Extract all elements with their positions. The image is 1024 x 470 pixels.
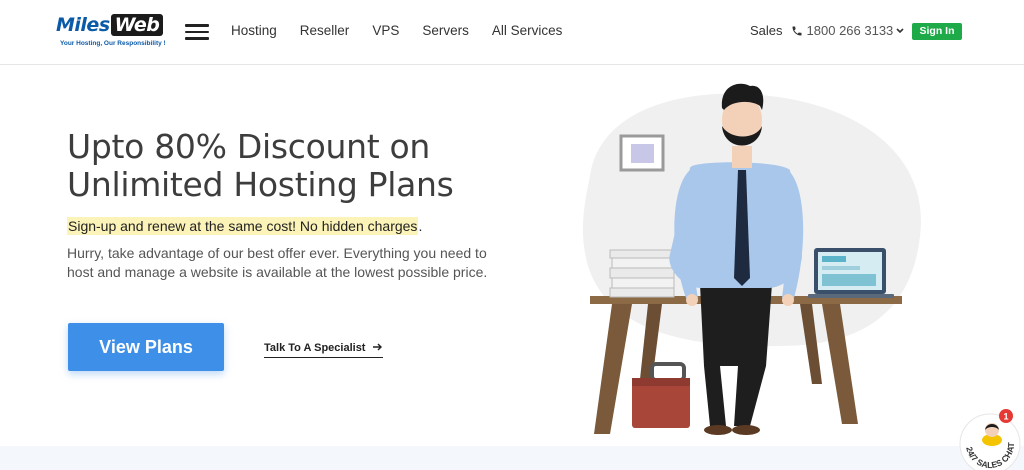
nav-item-reseller[interactable]: Reseller [300, 23, 350, 38]
sales-chat-widget[interactable]: 24/7 SALES CHAT 1 [950, 400, 1024, 470]
hero-title-line2: Unlimited Hosting Plans [67, 165, 454, 204]
sales-contact[interactable]: Sales 1800 266 3133 [750, 23, 904, 38]
nav-item-hosting[interactable]: Hosting [231, 23, 277, 38]
hero-title-line1: Upto 80% Discount on [67, 127, 431, 166]
hero-description: Hurry, take advantage of our best offer … [67, 245, 488, 280]
logo-tagline: Your Hosting, Our Responsibility ! [60, 40, 166, 47]
arrow-right-icon [369, 342, 383, 354]
nav-item-all-services[interactable]: All Services [492, 23, 563, 38]
hero-title: Upto 80% Discount on Unlimited Hosting P… [67, 128, 537, 204]
chat-badge-count: 1 [1003, 412, 1008, 422]
laptop [808, 248, 894, 298]
site-header: Miles Web Your Hosting, Our Responsibili… [0, 0, 1024, 65]
sign-in-button[interactable]: Sign In [912, 23, 962, 40]
hamburger-menu-icon[interactable] [185, 24, 209, 40]
talk-to-specialist-label: Talk To A Specialist [264, 342, 366, 354]
logo-miles-text: Miles [56, 14, 110, 36]
logo-web-text: Web [110, 14, 164, 36]
hero-highlight-text: Sign-up and renew at the same cost! No h… [67, 217, 419, 235]
phone-icon [791, 25, 803, 37]
chevron-down-icon [896, 26, 904, 36]
paper-stack [609, 249, 675, 298]
sales-label: Sales [750, 23, 783, 38]
milesweb-logo[interactable]: Miles Web Your Hosting, Our Responsibili… [56, 12, 168, 52]
hero-highlight: Sign-up and renew at the same cost! No h… [67, 217, 423, 235]
bottom-strip [0, 446, 1024, 470]
view-plans-button[interactable]: View Plans [68, 323, 224, 371]
logo-wordmark: Miles Web [56, 14, 164, 36]
sales-phone-number: 1800 266 3133 [806, 23, 894, 38]
hero-highlight-end: . [418, 218, 423, 234]
hero-illustration [582, 83, 921, 435]
nav-item-vps[interactable]: VPS [372, 23, 399, 38]
main-nav: Hosting Reseller VPS Servers All Service… [231, 23, 585, 38]
hero-section: Upto 80% Discount on Unlimited Hosting P… [0, 66, 1024, 446]
nav-item-servers[interactable]: Servers [422, 23, 469, 38]
talk-to-specialist-link[interactable]: Talk To A Specialist [264, 342, 383, 358]
wall-frame [619, 134, 665, 172]
